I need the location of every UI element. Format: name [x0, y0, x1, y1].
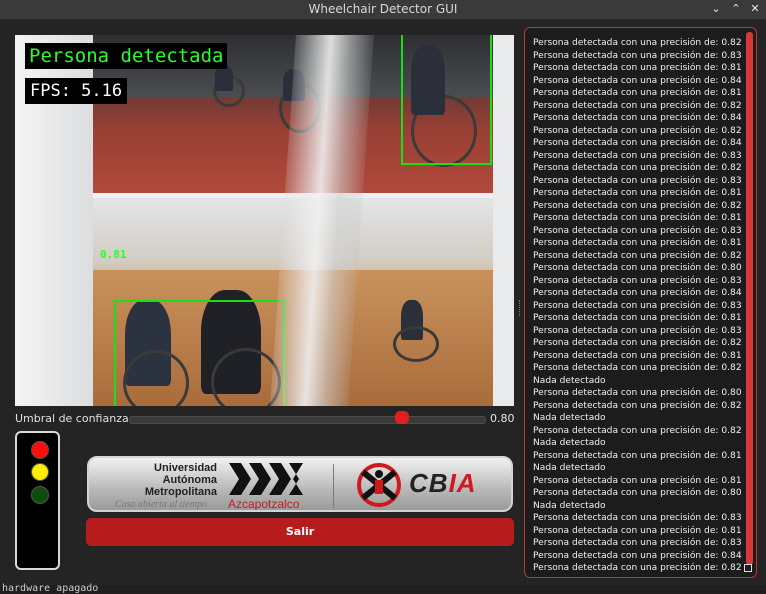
camera-feed: 0.81 Persona detectada FPS: 5.16 — [15, 35, 514, 406]
fps-label: FPS: 5.16 — [25, 78, 128, 104]
log-entry: Persona detectada con una precisión de: … — [533, 538, 742, 548]
log-entry: Nada detectado — [533, 375, 606, 386]
uam-logo-icon — [229, 463, 303, 495]
log-entry: Persona detectada con una precisión de: … — [533, 125, 742, 136]
traffic-light-indicator — [15, 431, 60, 570]
detection-box — [114, 300, 285, 406]
uam-name-line: Universidad — [154, 462, 217, 474]
confidence-threshold-value: 0.80 — [490, 412, 515, 425]
log-entry: Persona detectada con una precisión de: … — [533, 138, 742, 148]
log-entry: Persona detectada con una precisión de: … — [533, 525, 742, 536]
institution-logo-banner: Universidad Autónoma Metropolitana Casa … — [87, 456, 513, 512]
cbia-wordmark: CBIA — [409, 468, 477, 499]
log-entry: Persona detectada con una precisión de: … — [533, 38, 742, 48]
uam-slogan: Casa abierta al tiempo — [115, 499, 207, 510]
log-entry: Persona detectada con una precisión de: … — [533, 363, 742, 373]
log-entry: Persona detectada con una precisión de: … — [533, 100, 742, 111]
log-entry: Persona detectada con una precisión de: … — [533, 238, 742, 248]
log-entry: Persona detectada con una precisión de: … — [533, 488, 742, 498]
log-scrollbar[interactable] — [746, 32, 753, 565]
red-light — [31, 441, 49, 459]
log-entry: Persona detectada con una precisión de: … — [533, 300, 742, 311]
log-entry: Persona detectada con una precisión de: … — [533, 513, 742, 523]
uam-name: Universidad Autónoma Metropolitana — [145, 462, 217, 498]
log-entry: Nada detectado — [533, 413, 606, 423]
log-entry: Persona detectada con una precisión de: … — [533, 113, 742, 123]
camera-background-wall — [493, 35, 514, 406]
title-bar: Wheelchair Detector GUI ⌄ ⌃ ✕ — [0, 0, 766, 20]
log-entry: Persona detectada con una precisión de: … — [533, 425, 742, 436]
log-entry: Persona detectada con una precisión de: … — [533, 50, 742, 61]
log-entry: Persona detectada con una precisión de: … — [533, 350, 742, 361]
uam-name-line: Metropolitana — [144, 486, 217, 498]
log-entry: Persona detectada con una precisión de: … — [533, 263, 742, 273]
log-entry: Persona detectada con una precisión de: … — [533, 275, 742, 286]
log-entry: Nada detectado — [533, 500, 606, 511]
banner-divider — [333, 464, 334, 508]
log-entry: Persona detectada con una precisión de: … — [533, 200, 742, 211]
detection-status-label: Persona detectada — [25, 43, 228, 69]
log-entry: Persona detectada con una precisión de: … — [533, 475, 742, 486]
cbia-logo-icon — [357, 463, 401, 507]
log-entry: Persona detectada con una precisión de: … — [533, 163, 742, 173]
log-entry: Persona detectada con una precisión de: … — [533, 288, 742, 298]
confidence-slider-handle[interactable] — [395, 411, 410, 424]
resize-grip-icon[interactable] — [744, 564, 752, 572]
log-entry: Persona detectada con una precisión de: … — [533, 225, 742, 236]
uam-campus: Azcapotzalco — [228, 497, 300, 511]
chevron-down-icon[interactable]: ⌄ — [708, 1, 724, 17]
log-entry: Persona detectada con una precisión de: … — [533, 75, 742, 86]
log-entry: Persona detectada con una precisión de: … — [533, 175, 742, 186]
log-entry: Persona detectada con una precisión de: … — [533, 388, 742, 398]
log-entry: Persona detectada con una precisión de: … — [533, 250, 742, 261]
log-lines: Persona detectada con una precisión de: … — [533, 37, 742, 575]
uam-name-line: Autónoma — [162, 474, 217, 486]
confidence-threshold-label: Umbral de confianza: — [15, 412, 133, 425]
log-entry: Persona detectada con una precisión de: … — [533, 550, 742, 561]
log-entry: Persona detectada con una precisión de: … — [533, 338, 742, 348]
yellow-light — [31, 463, 49, 481]
status-line: hardware apagado — [2, 583, 99, 594]
detection-score: 0.81 — [100, 248, 127, 261]
log-entry: Persona detectada con una precisión de: … — [533, 450, 742, 461]
window-title: Wheelchair Detector GUI — [308, 2, 458, 16]
green-light — [31, 486, 49, 504]
chevron-up-icon[interactable]: ⌃ — [728, 1, 744, 17]
splitter-handle[interactable] — [519, 300, 522, 316]
cbia-prefix: CB — [409, 468, 449, 498]
log-entry: Persona detectada con una precisión de: … — [533, 325, 742, 336]
log-entry: Persona detectada con una precisión de: … — [533, 213, 742, 223]
log-entry: Persona detectada con una precisión de: … — [533, 400, 742, 411]
log-entry: Persona detectada con una precisión de: … — [533, 88, 742, 98]
exit-button[interactable]: Salir — [86, 518, 514, 546]
log-entry: Nada detectado — [533, 463, 606, 473]
confidence-slider-track[interactable] — [129, 416, 486, 424]
log-entry: Persona detectada con una precisión de: … — [533, 188, 742, 198]
log-entry: Nada detectado — [533, 438, 606, 448]
log-entry: Persona detectada con una precisión de: … — [533, 63, 742, 73]
log-entry: Persona detectada con una precisión de: … — [533, 150, 742, 161]
cbia-accent: IA — [448, 468, 477, 498]
wheelchair-wheel — [393, 326, 439, 362]
log-entry: Persona detectada con una precisión de: … — [533, 313, 742, 323]
detection-box — [401, 35, 492, 165]
detection-log[interactable]: Persona detectada con una precisión de: … — [524, 27, 757, 578]
close-icon[interactable]: ✕ — [747, 1, 763, 17]
log-entry: Persona detectada con una precisión de: … — [533, 563, 742, 573]
